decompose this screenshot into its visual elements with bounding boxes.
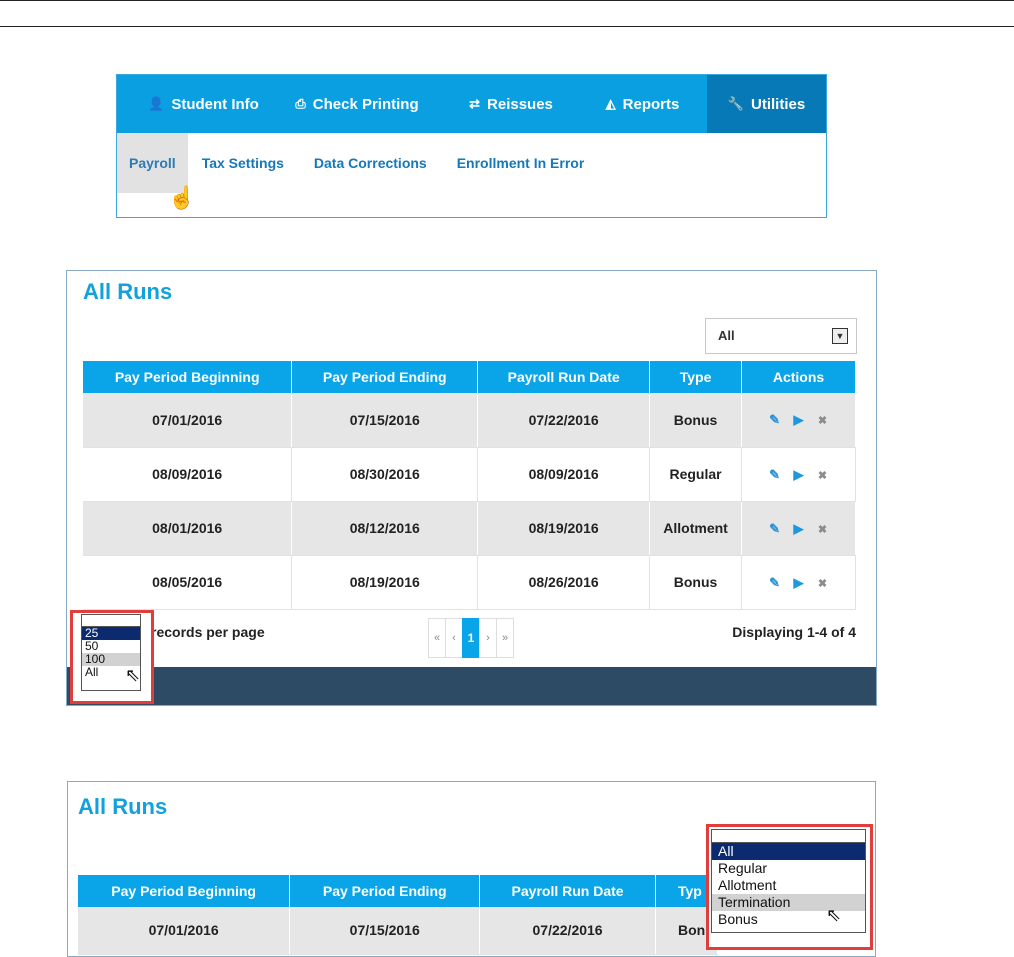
nav-label: Student Info [171,95,259,113]
panel-footer [67,667,876,705]
cell-actions: ✎ ▶ ✖ [741,555,856,610]
nav-label: Check Printing [312,95,419,113]
edit-icon[interactable]: ✎ [763,521,787,537]
cell-run-date: 08/26/2016 [477,555,651,610]
table-row: 07/01/2016 07/15/2016 07/22/2016 Bon [78,907,719,955]
cell-begin: 08/09/2016 [83,447,293,502]
cell-actions: ✎ ▶ ✖ [741,447,856,502]
subnav-data-corrections[interactable]: Data Corrections [300,133,443,193]
type-option[interactable]: Allotment [712,877,865,894]
cell-type: Bonus [649,555,743,610]
col-header[interactable]: Pay Period Ending [289,875,481,907]
page-1-button[interactable]: 1 [462,618,480,658]
cell-end: 08/19/2016 [291,555,479,610]
hand-cursor-icon: ☝ [168,185,196,210]
cell-run-date: 07/22/2016 [477,393,651,448]
edit-icon[interactable]: ✎ [763,575,787,591]
pointer-cursor-icon: ⇖ [826,905,842,925]
type-filter-select[interactable]: All ▼ [705,318,857,354]
type-option[interactable]: Termination [712,894,865,911]
area-chart-icon: ◭ [605,96,616,111]
pointer-cursor-icon: ⇖ [125,665,141,685]
col-header[interactable]: Payroll Run Date [477,361,651,393]
play-icon[interactable]: ▶ [787,575,811,591]
col-header[interactable]: Pay Period Beginning [83,361,293,393]
chevron-down-icon[interactable]: ▼ [832,328,848,344]
cell-run-date: 08/19/2016 [477,501,651,556]
table-row: 08/09/2016 08/30/2016 08/09/2016 Regular… [83,447,856,502]
subnav-payroll[interactable]: Payroll [117,133,188,193]
prev-page-button[interactable]: ‹ [445,618,463,658]
panel-title: All Runs [78,794,168,819]
cell-end: 08/30/2016 [291,447,479,502]
last-page-button[interactable]: » [496,618,514,658]
edit-icon[interactable]: ✎ [763,467,787,483]
main-nav-bar: 👤 Student Info ⎙ Check Printing ⇄ Reissu… [117,75,826,133]
type-option[interactable]: Bonus [712,911,865,928]
runs-table: Pay Period Beginning Pay Period Ending P… [78,875,719,955]
wrench-icon: 🔧 [727,96,744,111]
user-icon: 👤 [148,96,165,111]
nav-label: Utilities [751,95,806,113]
cell-begin: 07/01/2016 [83,393,293,448]
cell-type: Allotment [649,501,743,556]
nav-label: Reissues [487,95,553,113]
edit-icon[interactable]: ✎ [763,412,787,428]
cell-type: Bonus [649,393,743,448]
close-circle-icon[interactable]: ✖ [811,577,835,590]
col-header[interactable]: Type [649,361,743,393]
cell-end: 07/15/2016 [289,907,481,955]
play-icon[interactable]: ▶ [787,412,811,428]
play-icon[interactable]: ▶ [787,521,811,537]
nav-student-info[interactable]: 👤 Student Info [117,75,270,133]
pagination: « ‹ 1 › » [428,618,514,658]
cell-run-date: 07/22/2016 [479,907,656,955]
nav-label: Reports [622,95,680,113]
retweet-icon: ⇄ [469,96,481,111]
dropdown-blank [712,830,865,843]
next-page-button[interactable]: › [479,618,497,658]
close-circle-icon[interactable]: ✖ [811,523,835,536]
col-header: Actions [741,361,856,393]
subnav-tax-settings[interactable]: Tax Settings [188,133,300,193]
records-per-page-label: records per page [151,624,265,640]
nav-check-printing[interactable]: ⎙ Check Printing [270,75,444,133]
cell-type: Regular [649,447,743,502]
nav-reissues[interactable]: ⇄ Reissues [444,75,578,133]
table-row: 08/05/2016 08/19/2016 08/26/2016 Bonus ✎… [83,555,856,610]
col-header[interactable]: Pay Period Ending [291,361,479,393]
cell-actions: ✎ ▶ ✖ [741,501,856,556]
close-circle-icon[interactable]: ✖ [811,414,835,427]
all-runs-panel: All Runs All ▼ Pay Period Beginning Pay … [66,270,877,706]
cell-begin: 07/01/2016 [78,907,291,955]
play-icon[interactable]: ▶ [787,467,811,483]
table-row: 08/01/2016 08/12/2016 08/19/2016 Allotme… [83,501,856,556]
col-header[interactable]: Payroll Run Date [479,875,656,907]
printer-icon: ⎙ [295,96,306,111]
panel-title: All Runs [83,279,173,304]
cell-actions: ✎ ▶ ✖ [741,393,856,448]
runs-table: Pay Period Beginning Pay Period Ending P… [83,361,856,610]
type-dropdown[interactable]: All Regular Allotment Termination Bonus [711,829,866,933]
table-row: 07/01/2016 07/15/2016 07/22/2016 Bonus ✎… [83,393,856,448]
close-circle-icon[interactable]: ✖ [811,469,835,482]
first-page-button[interactable]: « [428,618,446,658]
col-header[interactable]: Pay Period Beginning [78,875,291,907]
cell-end: 08/12/2016 [291,501,479,556]
filter-value: All [718,328,735,343]
sub-nav-bar: Payroll Tax Settings Data Corrections En… [117,133,826,193]
top-rule [0,0,1014,27]
displaying-count: Displaying 1-4 of 4 [732,624,856,640]
subnav-enrollment-in-error[interactable]: Enrollment In Error [443,133,601,193]
cell-begin: 08/01/2016 [83,501,293,556]
navigation-panel: 👤 Student Info ⎙ Check Printing ⇄ Reissu… [116,74,827,218]
type-option[interactable]: Regular [712,860,865,877]
nav-utilities[interactable]: 🔧 Utilities [707,75,826,133]
cell-run-date: 08/09/2016 [477,447,651,502]
nav-reports[interactable]: ◭ Reports [578,75,707,133]
cell-begin: 08/05/2016 [83,555,293,610]
cell-end: 07/15/2016 [291,393,479,448]
type-option[interactable]: All [712,843,865,860]
